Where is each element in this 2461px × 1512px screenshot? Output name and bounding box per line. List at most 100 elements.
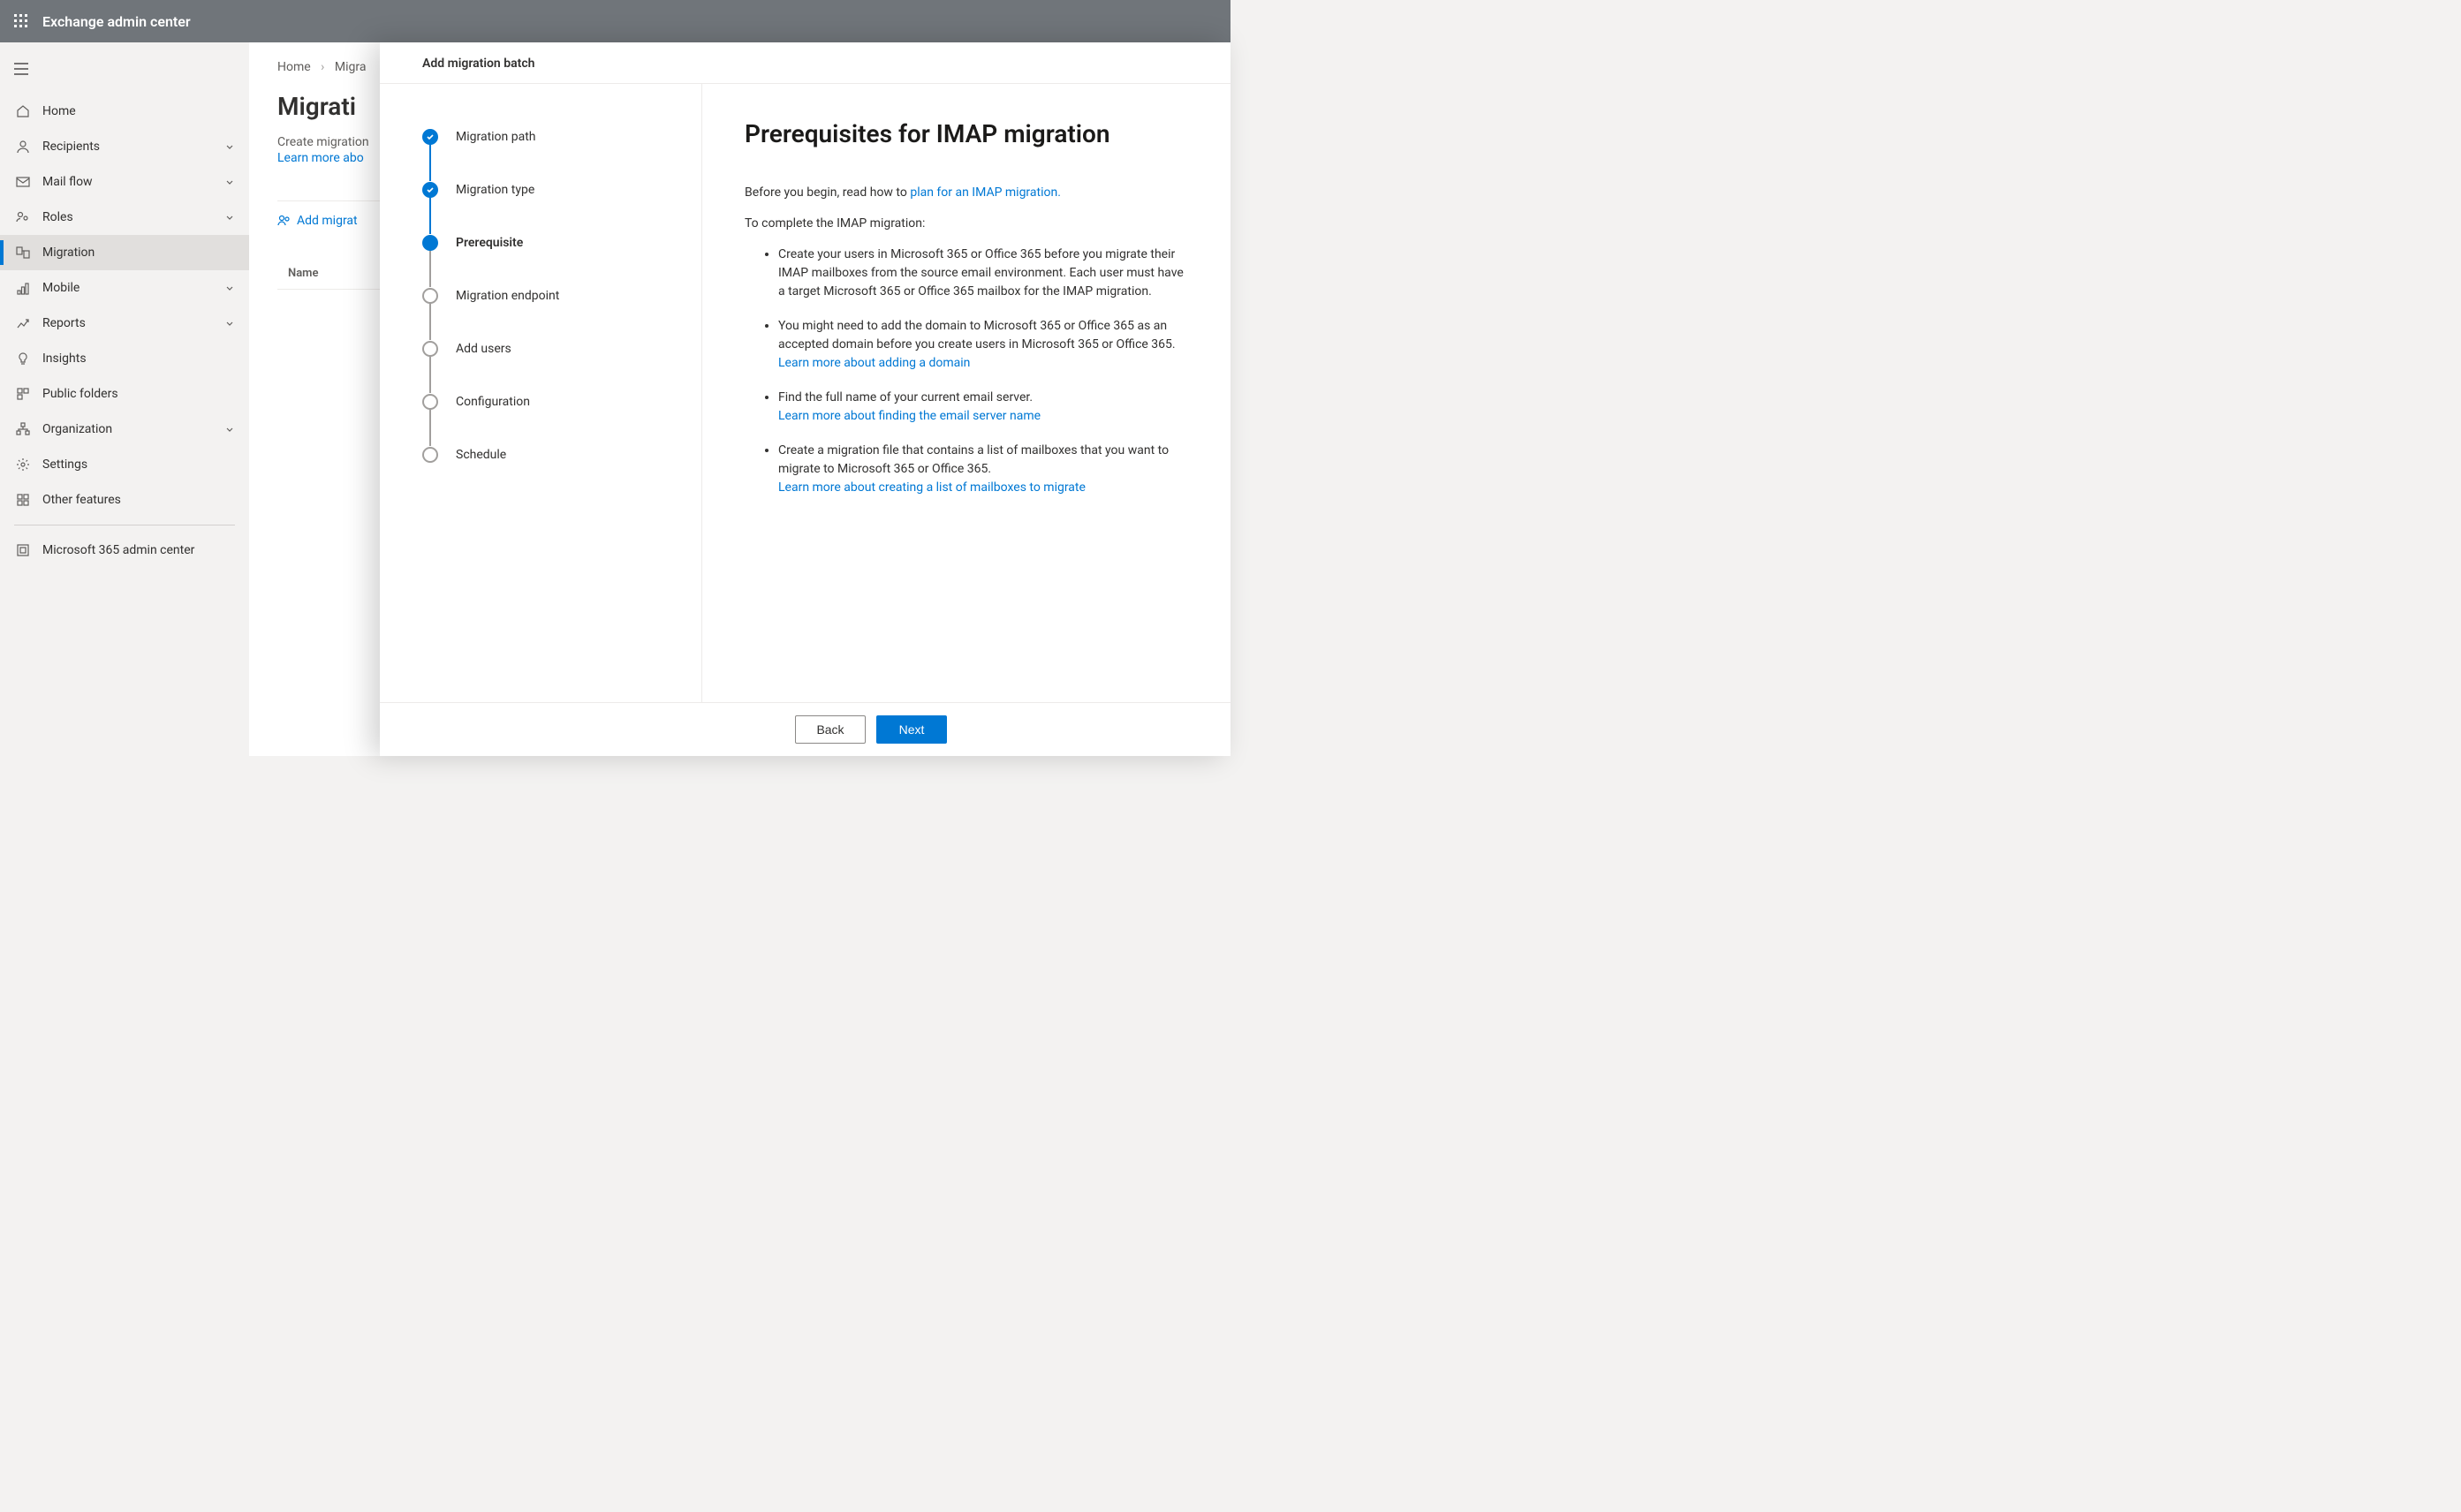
wizard-steps: Migration path Migration type Prerequisi…: [380, 84, 702, 702]
mobile-icon: [14, 279, 32, 297]
chevron-down-icon: [224, 424, 235, 435]
list-item: Find the full name of your current email…: [778, 389, 1188, 426]
panel-content: Prerequisites for IMAP migration Before …: [702, 84, 1230, 702]
roles-icon: [14, 208, 32, 226]
chevron-down-icon: [224, 283, 235, 293]
sidebar-item-recipients[interactable]: Recipients: [0, 129, 249, 164]
step-label: Prerequisite: [456, 236, 523, 250]
list-item: Create a migration file that contains a …: [778, 442, 1188, 497]
sidebar-item-label: Microsoft 365 admin center: [42, 543, 235, 557]
chevron-down-icon: [224, 318, 235, 329]
list-item-text: You might need to add the domain to Micr…: [778, 319, 1176, 352]
next-button[interactable]: Next: [876, 715, 947, 744]
pending-step-icon: [422, 288, 438, 304]
sidebar-item-reports[interactable]: Reports: [0, 306, 249, 341]
step-label: Migration type: [456, 183, 534, 197]
learn-more-domain-link[interactable]: Learn more about adding a domain: [778, 356, 970, 370]
migration-icon: [14, 244, 32, 261]
learn-more-server-link[interactable]: Learn more about finding the email serve…: [778, 409, 1041, 423]
lightbulb-icon: [14, 350, 32, 367]
pending-step-icon: [422, 341, 438, 357]
content-heading: Prerequisites for IMAP migration: [745, 119, 1188, 148]
chevron-right-icon: ›: [321, 60, 324, 74]
mail-icon: [14, 173, 32, 191]
step-schedule[interactable]: Schedule: [422, 428, 666, 481]
step-prerequisite[interactable]: Prerequisite: [422, 216, 666, 269]
step-label: Add users: [456, 342, 511, 356]
step-label: Migration path: [456, 130, 536, 144]
app-launcher-button[interactable]: [0, 0, 42, 42]
sidebar-item-label: Organization: [42, 422, 224, 436]
folder-icon: [14, 385, 32, 403]
breadcrumb-home[interactable]: Home: [277, 60, 311, 74]
intro-text: Before you begin, read how to: [745, 185, 910, 200]
pending-step-icon: [422, 447, 438, 463]
current-step-icon: [422, 235, 438, 251]
home-icon: [14, 102, 32, 120]
sidebar-item-label: Public folders: [42, 387, 235, 401]
add-migration-batch-panel: Add migration batch Migration path Migra…: [380, 42, 1230, 756]
sidebar-item-migration[interactable]: Migration: [0, 235, 249, 270]
sidebar-item-other-features[interactable]: Other features: [0, 482, 249, 518]
panel-title: Add migration batch: [380, 42, 1230, 84]
toolbar-button-label: Add migrat: [297, 214, 358, 228]
chevron-down-icon: [224, 212, 235, 223]
grid-icon: [14, 491, 32, 509]
reports-icon: [14, 314, 32, 332]
step-label: Migration endpoint: [456, 289, 559, 303]
intro-paragraph: Before you begin, read how to plan for a…: [745, 184, 1188, 202]
list-item-text: Create a migration file that contains a …: [778, 443, 1169, 476]
sidebar-item-label: Reports: [42, 316, 224, 330]
sidebar-item-insights[interactable]: Insights: [0, 341, 249, 376]
panel-footer: Back Next: [380, 702, 1230, 756]
top-bar: Exchange admin center: [0, 0, 1230, 42]
collapse-nav-button[interactable]: [0, 49, 42, 88]
sidebar-item-public-folders[interactable]: Public folders: [0, 376, 249, 412]
sidebar-item-mobile[interactable]: Mobile: [0, 270, 249, 306]
step-migration-endpoint[interactable]: Migration endpoint: [422, 269, 666, 322]
to-complete-text: To complete the IMAP migration:: [745, 215, 1188, 233]
sidebar-item-organization[interactable]: Organization: [0, 412, 249, 447]
breadcrumb-current: Migra: [335, 60, 367, 74]
people-add-icon: [277, 214, 292, 228]
chevron-down-icon: [224, 177, 235, 187]
step-migration-path[interactable]: Migration path: [422, 110, 666, 163]
sidebar-item-label: Settings: [42, 457, 235, 472]
list-item: You might need to add the domain to Micr…: [778, 317, 1188, 373]
pending-step-icon: [422, 394, 438, 410]
sidebar-item-settings[interactable]: Settings: [0, 447, 249, 482]
list-item-text: Find the full name of your current email…: [778, 390, 1033, 404]
hamburger-icon: [14, 63, 28, 75]
list-item-text: Create your users in Microsoft 365 or Of…: [778, 247, 1184, 299]
add-migration-batch-button[interactable]: Add migrat: [277, 214, 358, 228]
step-label: Configuration: [456, 395, 530, 409]
step-configuration[interactable]: Configuration: [422, 375, 666, 428]
sidebar-item-home[interactable]: Home: [0, 94, 249, 129]
sidebar-item-label: Other features: [42, 493, 235, 507]
sidebar-item-mail-flow[interactable]: Mail flow: [0, 164, 249, 200]
sidebar-item-roles[interactable]: Roles: [0, 200, 249, 235]
check-icon: [422, 129, 438, 145]
sidebar-item-label: Recipients: [42, 140, 224, 154]
sidebar-link-m365-admin[interactable]: Microsoft 365 admin center: [0, 533, 249, 568]
sidebar: Home Recipients Mail flow Roles Migratio…: [0, 42, 249, 756]
org-icon: [14, 420, 32, 438]
step-migration-type[interactable]: Migration type: [422, 163, 666, 216]
step-label: Schedule: [456, 448, 506, 462]
sidebar-item-label: Home: [42, 104, 235, 118]
external-icon: [14, 541, 32, 559]
sidebar-item-label: Mobile: [42, 281, 224, 295]
person-icon: [14, 138, 32, 155]
prerequisites-list: Create your users in Microsoft 365 or Of…: [745, 246, 1188, 497]
sidebar-item-label: Insights: [42, 352, 235, 366]
step-add-users[interactable]: Add users: [422, 322, 666, 375]
sidebar-item-label: Roles: [42, 210, 224, 224]
app-title: Exchange admin center: [42, 13, 191, 30]
waffle-icon: [14, 14, 28, 28]
back-button[interactable]: Back: [795, 715, 866, 744]
learn-more-mailboxes-link[interactable]: Learn more about creating a list of mail…: [778, 480, 1086, 495]
check-icon: [422, 182, 438, 198]
list-item: Create your users in Microsoft 365 or Of…: [778, 246, 1188, 301]
plan-imap-link[interactable]: plan for an IMAP migration.: [910, 185, 1061, 200]
sidebar-item-label: Migration: [42, 246, 235, 260]
